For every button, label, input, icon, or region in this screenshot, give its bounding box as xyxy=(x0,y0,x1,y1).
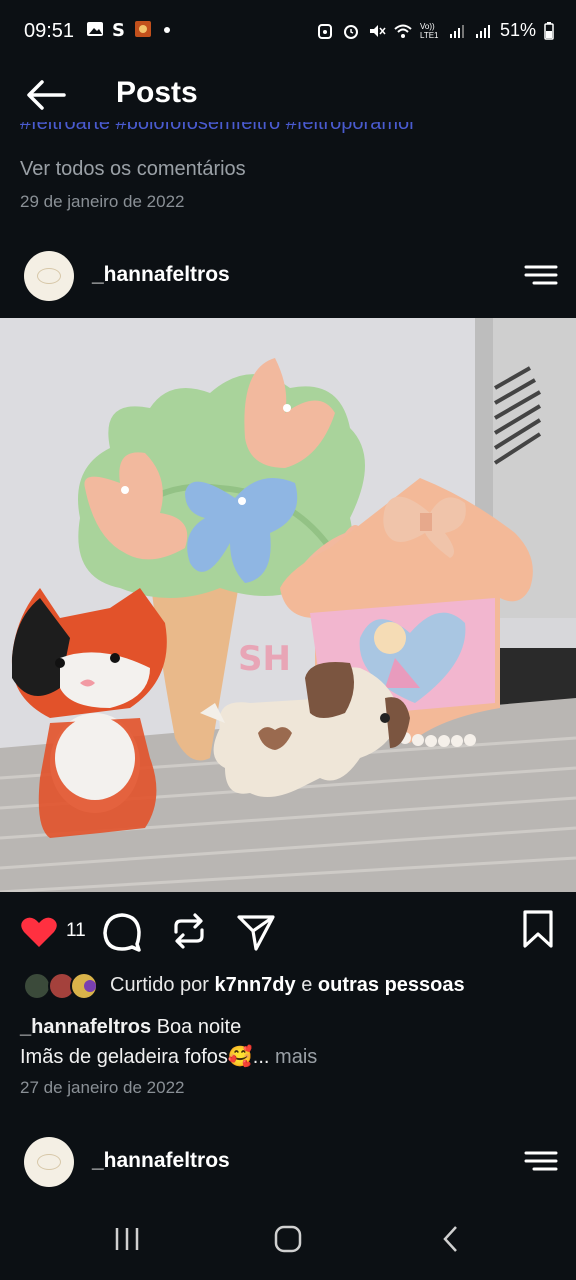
status-right-icons: Vo)) LTE1 51% xyxy=(316,20,554,41)
gallery-icon xyxy=(87,22,103,36)
liked-by-others[interactable]: outras pessoas xyxy=(318,974,465,996)
share-icon[interactable] xyxy=(236,912,276,952)
caption-username[interactable]: _hannafeltros xyxy=(20,1016,151,1038)
liked-by-text: Curtido por k7nn7dy e outras pessoas xyxy=(110,974,465,997)
dot-icon xyxy=(164,27,170,33)
comment-icon[interactable] xyxy=(102,912,142,952)
more-options-icon[interactable] xyxy=(524,263,558,287)
hashtags-text: #feltroarte #bolofofosemfeltro #feltropo… xyxy=(20,122,416,134)
felt-crafts-photo: SH xyxy=(0,318,576,892)
heart-icon[interactable] xyxy=(20,916,58,948)
svg-text:S: S xyxy=(112,20,125,38)
avatar-logo xyxy=(37,1154,61,1170)
next-post-header: _hannafeltros xyxy=(0,1127,576,1197)
signal-icon xyxy=(449,24,464,38)
liked-by-avatars xyxy=(23,972,98,1000)
bookmark-icon[interactable] xyxy=(522,910,554,948)
mute-icon xyxy=(369,24,386,37)
caption-more-link[interactable]: mais xyxy=(275,1046,317,1068)
alarm-icon xyxy=(343,24,358,39)
status-time: 09:51 xyxy=(24,20,75,42)
more-options-icon[interactable] xyxy=(524,1149,558,1173)
home-icon[interactable] xyxy=(273,1224,303,1254)
liked-by-row[interactable]: Curtido por k7nn7dy e outras pessoas xyxy=(20,968,560,1004)
post-header: _hannafeltros xyxy=(0,241,576,311)
post-actions: 11 xyxy=(0,906,576,958)
repost-icon[interactable] xyxy=(170,912,208,950)
volte-label: Vo)) LTE1 xyxy=(419,21,439,40)
photo-letters: SH xyxy=(238,639,291,679)
view-all-comments-link[interactable]: Ver todos os comentários xyxy=(20,158,246,181)
liked-by-connector: e xyxy=(301,974,313,996)
avatar-logo xyxy=(37,268,61,284)
back-arrow-icon[interactable] xyxy=(24,78,68,112)
post-caption[interactable]: _hannafeltros Boa noite Imãs de geladeir… xyxy=(20,1012,560,1072)
s-app-icon: S xyxy=(112,20,125,38)
next-post-username[interactable]: _hannafeltros xyxy=(92,1149,230,1173)
nav-back-icon[interactable] xyxy=(436,1224,466,1254)
post-username[interactable]: _hannafeltros xyxy=(92,263,230,287)
status-bar: 09:51 S Vo)) LTE1 51% xyxy=(0,0,576,66)
post-date: 27 de janeiro de 2022 xyxy=(20,1078,185,1097)
avatar[interactable] xyxy=(24,1137,74,1187)
previous-post-hashtags[interactable]: #feltroarte #bolofofosemfeltro #feltropo… xyxy=(20,122,560,144)
wifi-icon xyxy=(394,24,412,38)
status-left-icons: S xyxy=(86,20,176,38)
battery-percent: 51% xyxy=(499,20,536,40)
previous-post-date: 29 de janeiro de 2022 xyxy=(20,192,185,211)
page-title: Posts xyxy=(116,76,198,109)
avatar[interactable] xyxy=(24,251,74,301)
app-thumbnail-icon xyxy=(135,21,151,37)
liked-by-prefix: Curtido por xyxy=(110,974,209,996)
battery-icon xyxy=(544,21,554,40)
system-nav-bar xyxy=(0,1206,576,1280)
recent-apps-icon[interactable] xyxy=(112,1224,142,1254)
signal-icon-2 xyxy=(475,24,490,38)
like-count[interactable]: 11 xyxy=(66,920,86,942)
caption-line-2: Imãs de geladeira fofos🥰... xyxy=(20,1046,270,1068)
sync-icon xyxy=(317,23,332,39)
post-photo[interactable]: SH xyxy=(0,318,576,892)
top-bar: Posts xyxy=(0,66,576,124)
liked-by-user[interactable]: k7nn7dy xyxy=(215,974,296,996)
caption-line-1: Boa noite xyxy=(156,1016,242,1038)
